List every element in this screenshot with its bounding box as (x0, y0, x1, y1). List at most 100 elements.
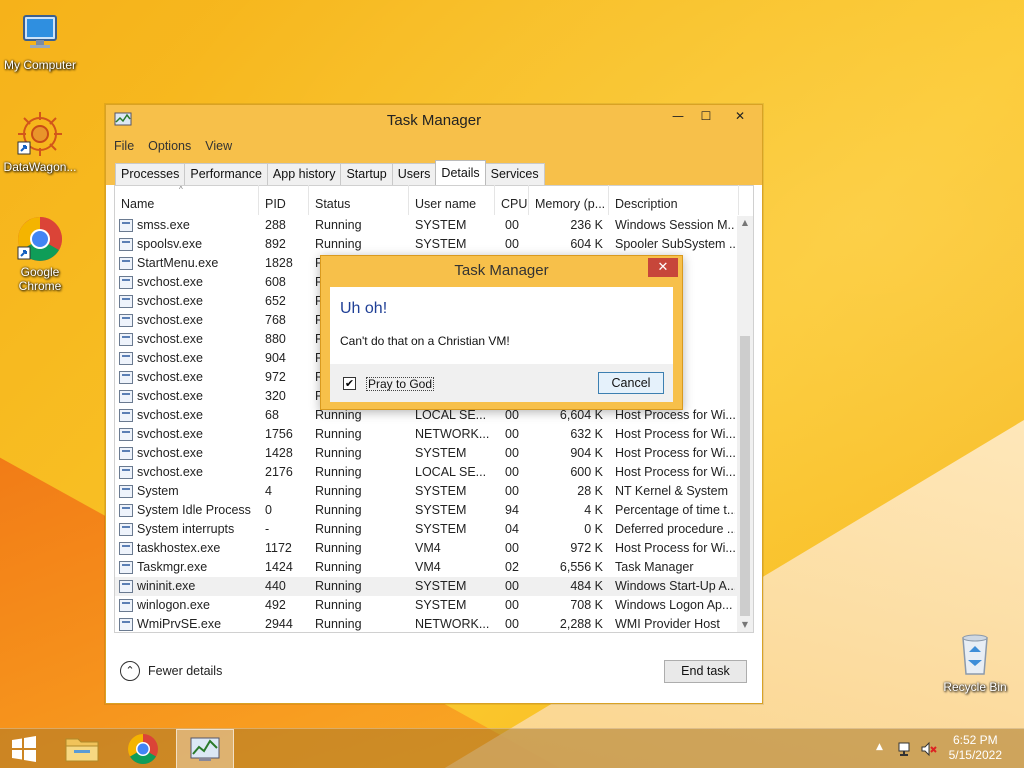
process-name: smss.exe (137, 218, 190, 232)
start-button[interactable] (0, 729, 48, 768)
desktop-icon-recycle-bin[interactable]: Recycle Bin (935, 630, 1015, 694)
fewer-details-toggle[interactable]: ⌃ Fewer details (120, 661, 222, 681)
memory-cell: 2,288 K (559, 617, 603, 631)
status-cell: Running (315, 446, 362, 460)
tab-performance[interactable]: Performance (184, 163, 268, 185)
network-icon[interactable] (897, 740, 915, 761)
table-row[interactable]: taskhostex.exe 1172 Running VM4 00 972 K Host … (115, 539, 737, 558)
status-cell: Running (315, 427, 362, 441)
taskbar-task-manager[interactable] (176, 729, 234, 768)
column-header-memory[interactable]: Memory (p... (529, 185, 609, 215)
table-row[interactable]: winlogon.exe 492 Running SYSTEM 00 708 K Windo… (115, 596, 737, 615)
volume-muted-icon[interactable] (920, 740, 938, 761)
process-name: taskhostex.exe (137, 541, 221, 555)
menu-file[interactable]: File (114, 139, 134, 153)
menu-options[interactable]: Options (148, 139, 191, 153)
tab-services[interactable]: Services (484, 163, 545, 185)
table-row[interactable]: smss.exe 288 Running SYSTEM 00 236 K Windows S… (115, 216, 737, 235)
tab-app-history[interactable]: App history (266, 163, 342, 185)
description-cell: Windows Session M... (615, 218, 735, 232)
status-cell: Running (315, 617, 362, 631)
column-header-pid[interactable]: PID (259, 185, 309, 215)
process-icon (119, 257, 133, 270)
process-name-cell: svchost.exe (115, 444, 259, 463)
menu-view[interactable]: View (205, 139, 232, 153)
description-cell: WMI Provider Host (615, 617, 720, 631)
pid-cell: 288 (265, 218, 286, 232)
process-name: System (137, 484, 179, 498)
pid-cell: 892 (265, 237, 286, 251)
chevron-up-icon: ⌃ (120, 661, 140, 681)
task-manager-icon (190, 737, 220, 761)
column-header-name[interactable]: Name ^ (115, 185, 259, 215)
process-name: WmiPrvSE.exe (137, 617, 222, 631)
close-button[interactable]: ✕ (720, 107, 760, 127)
status-cell: Running (315, 541, 362, 555)
cancel-button[interactable]: Cancel (598, 372, 664, 394)
scroll-down-arrow-icon[interactable]: ▼ (737, 618, 753, 632)
process-name: System interrupts (137, 522, 235, 536)
desktop-icon-chrome[interactable]: Google Chrome (0, 215, 80, 293)
process-name-cell: Taskmgr.exe (115, 558, 259, 577)
desktop-icon-my-computer[interactable]: My Computer (0, 8, 80, 72)
process-name: spoolsv.exe (137, 237, 203, 251)
column-header-cpu[interactable]: CPU (495, 185, 529, 215)
process-icon (119, 371, 133, 384)
table-row[interactable]: Taskmgr.exe 1424 Running VM4 02 6,556 K Task M… (115, 558, 737, 577)
scroll-up-arrow-icon[interactable]: ▲ (737, 216, 753, 230)
description-cell: Percentage of time t... (615, 503, 735, 517)
taskbar-chrome[interactable] (115, 729, 171, 768)
windows-logo-icon (12, 736, 36, 762)
table-row[interactable]: svchost.exe 1756 Running NETWORK... 00 632 K H… (115, 425, 737, 444)
table-row[interactable]: WmiPrvSE.exe 2944 Running NETWORK... 00 2,288… (115, 615, 737, 632)
process-name: svchost.exe (137, 427, 204, 441)
tab-details[interactable]: Details (435, 160, 486, 185)
status-cell: Running (315, 237, 362, 251)
status-cell: Running (315, 218, 362, 232)
cpu-cell: 00 (505, 484, 519, 498)
table-row[interactable]: System 4 Running SYSTEM 00 28 K NT Kernel & Sy… (115, 482, 737, 501)
process-name-cell: svchost.exe (115, 463, 259, 482)
description-cell: Host Process for Wi... (615, 446, 735, 460)
cpu-cell: 00 (505, 579, 519, 593)
tab-startup[interactable]: Startup (340, 163, 393, 185)
process-icon (119, 580, 133, 593)
minimize-button[interactable]: — (664, 107, 692, 127)
description-cell: Spooler SubSystem ... (615, 237, 735, 251)
scrollbar-thumb[interactable] (740, 336, 750, 616)
tray-overflow-icon[interactable]: ▲ (876, 742, 883, 752)
end-task-button[interactable]: End task (664, 660, 747, 683)
pray-checkbox[interactable]: ✔ (343, 377, 356, 390)
vertical-scrollbar[interactable]: ▲ ▼ (737, 216, 753, 632)
memory-cell: 0 K (584, 522, 603, 536)
tab-processes[interactable]: Processes (115, 163, 186, 185)
process-name: svchost.exe (137, 351, 204, 365)
window-titlebar[interactable]: Task Manager — ☐ ✕ (106, 105, 762, 135)
desktop-icon-datawagon[interactable]: DataWagon... (0, 110, 80, 174)
pray-checkbox-label[interactable]: Pray to God (366, 377, 435, 391)
clock[interactable]: 6:52 PM 5/15/2022 (949, 733, 1002, 763)
dialog-close-button[interactable]: ✕ (648, 258, 678, 277)
table-row[interactable]: svchost.exe 2176 Running LOCAL SE... 00 600 K… (115, 463, 737, 482)
description-cell: NT Kernel & System (615, 484, 729, 498)
column-header-username[interactable]: User name (409, 185, 495, 215)
table-row[interactable]: spoolsv.exe 892 Running SYSTEM 00 604 K Spoole… (115, 235, 737, 254)
chrome-icon (127, 734, 158, 765)
memory-cell: 6,556 K (559, 560, 603, 574)
table-row[interactable]: System interrupts - Running SYSTEM 04 0 K Defe… (115, 520, 737, 539)
column-header-description[interactable]: Description (609, 185, 739, 215)
process-icon (119, 447, 133, 460)
datawagon-sun-icon (16, 110, 64, 158)
recycle-bin-icon (951, 630, 999, 678)
memory-cell: 632 K (570, 427, 603, 441)
process-name: svchost.exe (137, 332, 204, 346)
table-row[interactable]: wininit.exe 440 Running SYSTEM 00 484 K Window… (115, 577, 737, 596)
maximize-button[interactable]: ☐ (692, 107, 720, 127)
column-header-status[interactable]: Status (309, 185, 409, 215)
taskbar-file-explorer[interactable] (54, 729, 110, 768)
table-row[interactable]: System Idle Process 0 Running SYSTEM 94 4 K Pe… (115, 501, 737, 520)
table-row[interactable]: svchost.exe 1428 Running SYSTEM 00 904 K Host … (115, 444, 737, 463)
chrome-icon (16, 215, 64, 263)
tab-users[interactable]: Users (391, 163, 437, 185)
username-cell: VM4 (415, 541, 441, 555)
